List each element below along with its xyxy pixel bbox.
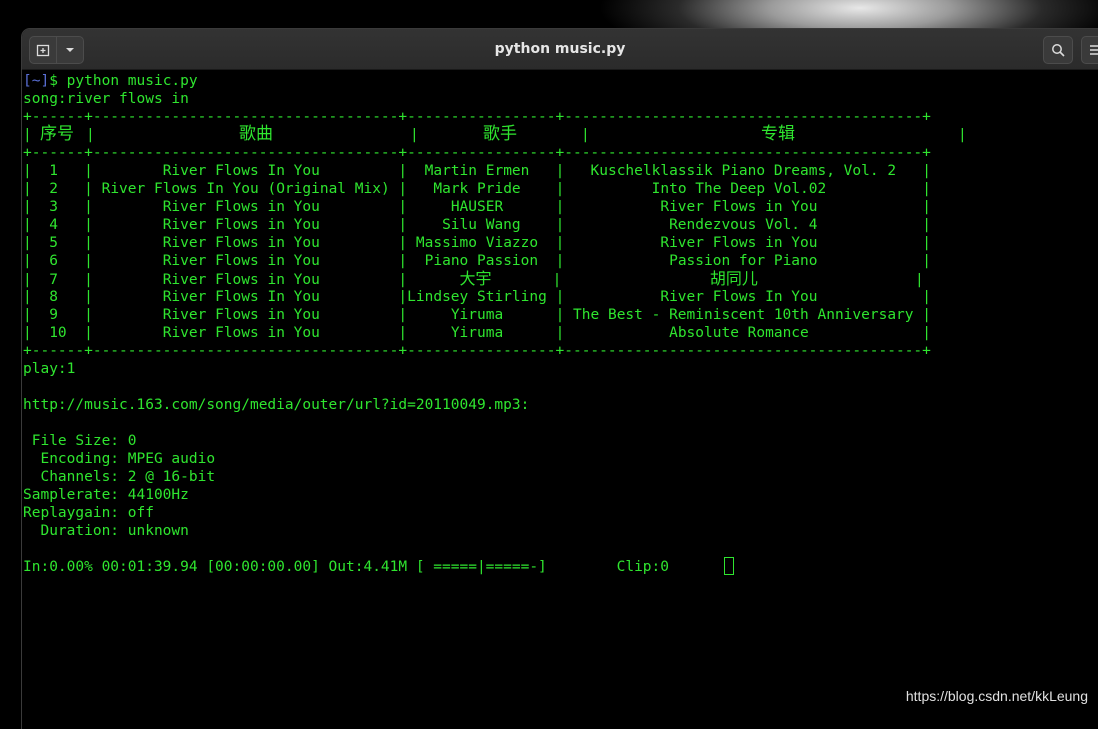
cell-index: 9 xyxy=(49,307,58,323)
table-row: | 3 | River Flows in You | HAUSER | Rive… xyxy=(23,199,931,215)
table-row: | 5 | River Flows in You | Massimo Viazz… xyxy=(23,235,931,251)
cell-album: Rendezvous Vol. 4 xyxy=(669,217,818,233)
cell-index: 2 xyxy=(49,181,58,197)
cell-song: River Flows in You xyxy=(162,217,320,233)
header-song: 歌曲 xyxy=(239,124,273,144)
cell-artist: 大宇 xyxy=(459,269,492,288)
search-icon xyxy=(1052,44,1065,57)
table-row: | 2 | River Flows In You (Original Mix) … xyxy=(23,181,932,197)
cell-album: Absolute Romance xyxy=(669,325,809,341)
cell-song: River Flows in You xyxy=(162,253,320,269)
cell-album: The Best - Reminiscent 10th Anniversary xyxy=(573,307,914,323)
table-body: | 1 | River Flows In You | Martin Ermen … xyxy=(23,162,1098,342)
cell-index: 1 xyxy=(49,163,58,179)
table-row: | 8 | River Flows In You |Lindsey Stirli… xyxy=(23,289,931,305)
info-replaygain: Replaygain: off xyxy=(23,505,154,521)
info-duration: Duration: unknown xyxy=(23,523,189,539)
table-border-top: +------+--------------------------------… xyxy=(23,109,931,125)
cell-album: Passion for Piano xyxy=(669,253,818,269)
watermark: https://blog.csdn.net/kkLeung xyxy=(905,688,1088,704)
terminal-cursor xyxy=(724,557,734,575)
cell-album: River Flows in You xyxy=(660,235,818,251)
cell-artist: Lindsey Stirling xyxy=(407,289,547,305)
cell-song: River Flows In You (Original Mix) xyxy=(101,181,390,197)
cell-artist: Yiruma xyxy=(450,307,504,323)
table-row: | 4 | River Flows in You | Silu Wang | R… xyxy=(23,217,931,233)
table-row: | 10 | River Flows in You | Yiruma | Abs… xyxy=(23,325,931,341)
prompt-line: [~]$ python music.py xyxy=(23,72,1098,90)
info-channels: Channels: 2 @ 16-bit xyxy=(23,469,216,485)
info-encoding: Encoding: MPEG audio xyxy=(23,451,216,467)
cell-index: 5 xyxy=(49,235,58,251)
cell-artist: Massimo Viazzo xyxy=(415,235,539,251)
cell-index: 8 xyxy=(49,289,58,305)
header-index: 序号 xyxy=(40,124,74,144)
cell-index: 7 xyxy=(49,272,58,288)
table-row: | 1 | River Flows In You | Martin Ermen … xyxy=(23,163,931,179)
cell-song: River Flows in You xyxy=(162,235,320,251)
menu-button[interactable] xyxy=(1081,36,1098,64)
prompt-symbol: $ xyxy=(49,73,58,89)
cell-album: River Flows in You xyxy=(660,199,818,215)
hamburger-menu-icon xyxy=(1090,45,1098,55)
cell-artist: Yiruma xyxy=(450,325,504,341)
url-line: http://music.163.com/song/media/outer/ur… xyxy=(23,397,530,413)
cell-song: River Flows In You xyxy=(162,163,320,179)
status-line: In:0.00% 00:01:39.94 [00:00:00.00] Out:4… xyxy=(23,559,670,575)
cell-song: River Flows in You xyxy=(162,307,320,323)
cell-song: River Flows in You xyxy=(162,272,320,288)
cell-song: River Flows In You xyxy=(162,289,320,305)
cell-song: River Flows in You xyxy=(162,325,320,341)
command-text: python music.py xyxy=(57,73,198,89)
cell-index: 10 xyxy=(49,325,67,341)
cell-artist: Piano Passion xyxy=(424,253,539,269)
prompt-dir: [~] xyxy=(23,73,50,89)
cell-album: 胡同儿 xyxy=(709,269,758,288)
cell-album: River Flows In You xyxy=(660,289,818,305)
cell-index: 4 xyxy=(49,217,58,233)
window-title: python music.py xyxy=(494,41,626,57)
terminal-output[interactable]: [~]$ python music.py song:river flows in… xyxy=(23,72,1098,729)
cell-song: River Flows in You xyxy=(162,199,320,215)
song-query-line: song:river flows in xyxy=(23,91,189,107)
cell-artist: Mark Pride xyxy=(433,181,521,197)
cell-album: Into The Deep Vol.02 xyxy=(651,181,827,197)
table-header-row: | 序号 | 歌曲 | 歌手 | 专辑 | xyxy=(23,124,967,144)
table-row: | 6 | River Flows in You | Piano Passion… xyxy=(23,253,931,269)
info-file-size: File Size: 0 xyxy=(23,433,137,449)
cell-artist: Silu Wang xyxy=(442,217,521,233)
table-row: | 7 | River Flows in You | 大宇 | 胡同儿 | xyxy=(23,269,924,289)
table-border-mid: +------+--------------------------------… xyxy=(23,145,931,161)
cell-album: Kuschelklassik Piano Dreams, Vol. 2 xyxy=(590,163,897,179)
info-samplerate: Samplerate: 44100Hz xyxy=(23,487,189,503)
title-bar: python music.py xyxy=(22,29,1098,70)
table-border-bottom: +------+--------------------------------… xyxy=(23,343,931,359)
header-album: 专辑 xyxy=(761,124,795,144)
header-artist: 歌手 xyxy=(483,124,517,144)
cell-index: 6 xyxy=(49,253,58,269)
terminal-window: python music.py [~]$ python music.py son… xyxy=(22,29,1098,729)
cell-artist: Martin Ermen xyxy=(424,163,530,179)
cell-index: 3 xyxy=(49,199,58,215)
search-button[interactable] xyxy=(1043,36,1073,64)
cell-artist: HAUSER xyxy=(450,199,504,215)
table-row: | 9 | River Flows in You | Yiruma | The … xyxy=(23,307,931,323)
play-line: play:1 xyxy=(23,361,76,377)
